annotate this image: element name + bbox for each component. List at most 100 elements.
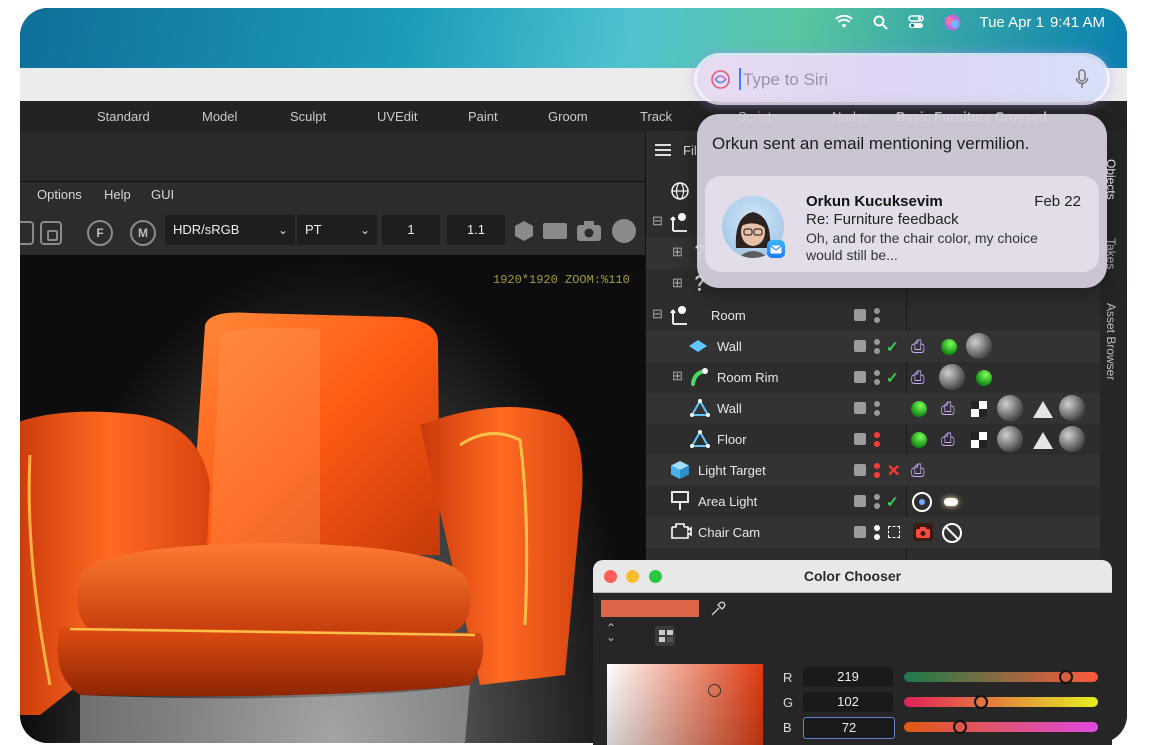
collapse-toggle-icon[interactable]: ⊞ (672, 244, 683, 260)
light-glow-icon[interactable] (944, 498, 958, 506)
menu-options[interactable]: Options (37, 187, 82, 202)
green-material-icon[interactable] (976, 370, 992, 386)
enabled-check-icon[interactable]: ✓ (886, 493, 899, 511)
visibility-dots-icon[interactable] (874, 432, 880, 450)
list-item-area-light[interactable]: Area Light ✓ (646, 486, 1101, 517)
prohibited-icon[interactable] (941, 522, 963, 544)
collapse-toggle-icon[interactable]: ⊞ (672, 275, 683, 291)
gamma-input[interactable]: 1.1 (447, 215, 505, 245)
edit-icon[interactable] (854, 433, 866, 445)
phong-tag-icon[interactable]: ⎙ (941, 430, 955, 450)
region-icon[interactable] (543, 223, 567, 239)
camera-icon[interactable] (576, 220, 602, 242)
menu-help[interactable]: Help (104, 187, 131, 202)
enabled-check-icon[interactable]: ✓ (886, 338, 899, 356)
tab-standard[interactable]: Standard (97, 109, 150, 124)
tab-sculpt[interactable]: Sculpt (290, 109, 326, 124)
edit-icon[interactable] (854, 495, 866, 507)
phong-tag-icon[interactable]: ⎙ (941, 399, 955, 419)
hamburger-menu-icon[interactable] (655, 144, 671, 156)
edit-icon[interactable] (854, 526, 866, 538)
color-chooser-titlebar[interactable]: Color Chooser (593, 560, 1112, 593)
selection-tag-icon[interactable] (1033, 432, 1053, 449)
texture-tag-icon[interactable] (971, 401, 987, 417)
material-sphere-icon[interactable] (939, 364, 965, 390)
list-item-light-target[interactable]: Light Target ✕ ⎙ (646, 455, 1101, 486)
side-tab-asset-browser[interactable]: Asset Browser (1104, 303, 1118, 380)
selection-tag-icon[interactable] (1033, 401, 1053, 418)
slider-blue-knob[interactable] (953, 720, 967, 734)
phong-tag-icon[interactable]: ⎙ (911, 368, 925, 388)
material-sphere-icon[interactable] (1059, 426, 1085, 452)
hexagon-icon[interactable] (513, 220, 535, 242)
edit-icon[interactable] (854, 371, 866, 383)
tab-model[interactable]: Model (202, 109, 237, 124)
exposure-input[interactable]: 1 (382, 215, 440, 245)
material-sphere-icon[interactable] (966, 333, 992, 359)
slider-green[interactable] (904, 697, 1098, 707)
render-viewport[interactable] (20, 255, 645, 743)
target-tag-icon[interactable] (911, 491, 933, 513)
current-color-swatch[interactable] (601, 600, 699, 617)
edit-icon[interactable] (854, 309, 866, 321)
visibility-dots-icon[interactable] (874, 401, 880, 419)
channel-input-r[interactable]: 219 (803, 667, 893, 687)
collapse-toggle-icon[interactable]: ⊟ (652, 306, 663, 322)
enabled-check-icon[interactable]: ✓ (886, 369, 899, 387)
microphone-icon[interactable] (1075, 69, 1089, 89)
material-sphere-icon[interactable] (1059, 395, 1085, 421)
edit-icon[interactable] (854, 340, 866, 352)
render-sphere-icon[interactable] (612, 219, 636, 243)
green-material-icon[interactable] (911, 432, 927, 448)
slider-green-knob[interactable] (974, 695, 988, 709)
palette-grid-icon[interactable] (655, 626, 675, 646)
siri-notification-card[interactable]: Orkun sent an email mentioning vermilion… (697, 114, 1107, 288)
camera-tag-icon[interactable] (911, 521, 935, 543)
email-notification[interactable]: Orkun Kucuksevim Feb 22 Re: Furniture fe… (705, 176, 1099, 272)
visibility-dots-icon[interactable] (874, 308, 880, 326)
list-item-floor[interactable]: Floor ⎙ (646, 424, 1101, 455)
phong-tag-icon[interactable]: ⎙ (911, 337, 925, 357)
material-sphere-icon[interactable] (997, 426, 1023, 452)
spotlight-search-icon[interactable] (871, 13, 889, 31)
menubar-time[interactable]: 9:41 AM (1050, 14, 1105, 31)
tab-track[interactable]: Track (640, 109, 672, 124)
visibility-dots-icon[interactable] (874, 525, 880, 543)
list-item-room-rim[interactable]: ⊞ Room Rim ✓ ⎙ (646, 362, 1101, 393)
disabled-cross-icon[interactable]: ✕ (887, 461, 900, 481)
slider-blue[interactable] (904, 722, 1098, 732)
saturation-value-square[interactable] (607, 664, 763, 745)
list-item-chair-cam[interactable]: Chair Cam (646, 517, 1101, 548)
menu-gui[interactable]: GUI (151, 187, 174, 202)
frame-icon[interactable] (20, 221, 34, 245)
stepper-arrows-icon[interactable]: ⌃ ⌄ (606, 622, 616, 643)
wifi-icon[interactable] (835, 13, 854, 31)
siri-icon[interactable] (943, 13, 961, 31)
channel-input-g[interactable]: 102 (803, 692, 893, 712)
channel-input-b[interactable]: 72 (803, 717, 895, 739)
list-item-room[interactable]: ⊟ Room (646, 300, 1101, 331)
tab-groom[interactable]: Groom (548, 109, 588, 124)
collapse-toggle-icon[interactable]: ⊞ (672, 368, 683, 384)
edit-icon[interactable] (854, 464, 866, 476)
m-toggle-icon[interactable]: M (130, 220, 156, 246)
visibility-dots-icon[interactable] (874, 339, 880, 357)
tab-paint[interactable]: Paint (468, 109, 498, 124)
green-material-icon[interactable] (911, 401, 927, 417)
phong-tag-icon[interactable]: ⎙ (911, 461, 925, 481)
menubar-date[interactable]: Tue Apr 1 (979, 14, 1043, 31)
safe-frame-icon[interactable] (40, 221, 62, 245)
edit-icon[interactable] (854, 402, 866, 414)
visibility-dots-icon[interactable] (874, 463, 880, 481)
siri-input[interactable] (741, 69, 1065, 91)
f-toggle-icon[interactable]: F (87, 220, 113, 246)
eyedropper-icon[interactable] (710, 601, 726, 617)
material-sphere-icon[interactable] (997, 395, 1023, 421)
tab-uvedit[interactable]: UVEdit (377, 109, 417, 124)
visibility-dots-icon[interactable] (874, 370, 880, 388)
list-item-wall[interactable]: Wall ✓ ⎙ (646, 331, 1101, 362)
texture-tag-icon[interactable] (971, 432, 987, 448)
camera-frame-icon[interactable] (888, 526, 900, 538)
visibility-dots-icon[interactable] (874, 494, 880, 512)
green-material-icon[interactable] (941, 339, 957, 355)
